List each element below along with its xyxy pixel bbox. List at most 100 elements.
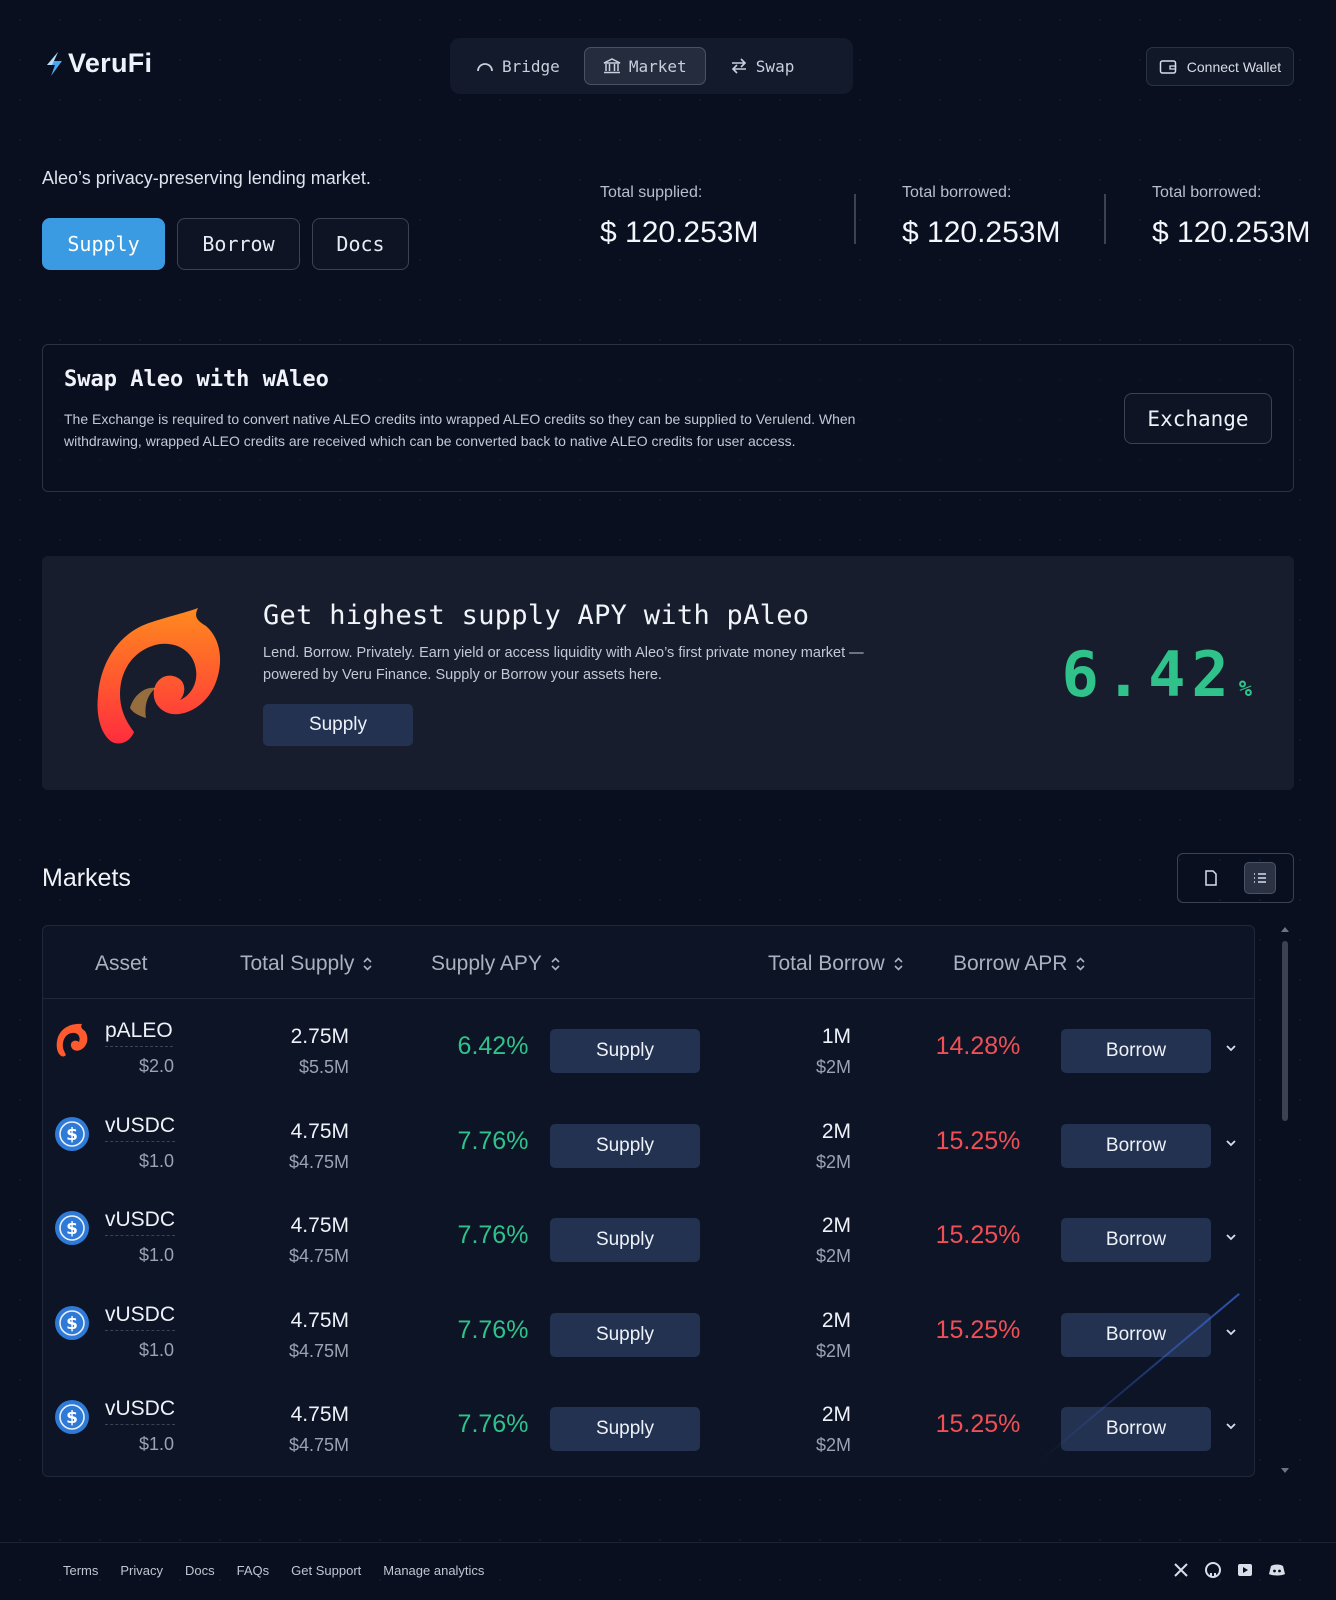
total-borrow: 2M [821, 1214, 851, 1237]
swap-card-description: The Exchange is required to convert nati… [64, 411, 856, 449]
promo-apy: 6.42 % [1061, 638, 1252, 711]
total-borrow: 2M [821, 1308, 851, 1332]
borrow-apr: 15.25% [935, 1315, 1021, 1344]
arc-icon [477, 63, 493, 72]
main-nav: Bridge Market Swap [450, 38, 853, 94]
usdc-icon: $ [55, 1400, 89, 1434]
promo-supply-button[interactable]: Supply [263, 704, 413, 746]
supply-apy: 7.76% [457, 1221, 529, 1249]
table-header: Asset Total Supply Supply APY Total Borr… [43, 926, 1254, 999]
swap-card: Swap Aleo with wAleo The Exchange is req… [42, 344, 1294, 492]
x-icon[interactable] [1172, 1561, 1190, 1579]
total-borrow-usd: $2M [815, 1435, 851, 1455]
nav-market[interactable]: Market [583, 47, 706, 85]
row-borrow-button[interactable]: Borrow [1061, 1029, 1211, 1073]
stat-value: $ 120.253M [1152, 216, 1311, 249]
nav-swap[interactable]: Swap [712, 47, 813, 85]
stat-label: Total supplied: [600, 184, 703, 201]
nav-bridge[interactable]: Bridge [458, 47, 578, 85]
borrow-apr: 15.25% [935, 1221, 1021, 1249]
col-borrow-apr[interactable]: Borrow APR [953, 952, 1086, 976]
sort-icon [363, 957, 372, 971]
asset-price: $1.0 [139, 1245, 175, 1265]
footer-link-support[interactable]: Get Support [291, 1563, 361, 1578]
list-icon [1254, 873, 1266, 883]
stat-total-supplied: Total supplied: $ 120.253M [600, 184, 854, 250]
scroll-up-arrow[interactable] [1281, 927, 1289, 932]
table-scrollbar[interactable] [1280, 927, 1290, 1473]
row-supply-button[interactable]: Supply [550, 1029, 700, 1073]
usdc-icon: $ [55, 1305, 89, 1340]
paleo-icon [56, 1023, 88, 1057]
footer-link-docs[interactable]: Docs [185, 1563, 215, 1578]
chevron-down-icon[interactable] [1225, 1138, 1237, 1148]
col-total-supply[interactable]: Total Supply [240, 952, 373, 976]
footer-link-faqs[interactable]: FAQs [237, 1563, 270, 1578]
row-borrow-button[interactable]: Borrow [1061, 1407, 1211, 1451]
footer-link-analytics[interactable]: Manage analytics [383, 1563, 484, 1578]
total-borrow: 2M [821, 1119, 851, 1143]
asset-price: $1.0 [139, 1150, 175, 1171]
promo-description: Lend. Borrow. Privately. Earn yield or a… [263, 645, 864, 683]
stat-total-borrowed-2: Total borrowed: $ 120.253M [1106, 184, 1326, 250]
row-supply-button[interactable]: Supply [550, 1312, 700, 1357]
supply-button[interactable]: Supply [42, 218, 165, 270]
row-supply-button[interactable]: Supply [550, 1407, 700, 1451]
github-icon[interactable] [1204, 1561, 1222, 1579]
hero-actions: Supply Borrow Docs [42, 218, 409, 270]
footer-link-privacy[interactable]: Privacy [120, 1563, 163, 1578]
footer: Terms Privacy Docs FAQs Get Support Mana… [0, 1542, 1336, 1600]
row-borrow-button[interactable]: Borrow [1061, 1123, 1211, 1168]
chevron-down-icon[interactable] [1225, 1421, 1237, 1431]
list-view-toggle[interactable] [1244, 862, 1276, 894]
footer-links: Terms Privacy Docs FAQs Get Support Mana… [63, 1563, 484, 1578]
total-borrow-usd: $2M [815, 1151, 851, 1172]
col-asset[interactable]: Asset [95, 952, 148, 976]
total-borrow-usd: $2M [815, 1246, 851, 1266]
asset-price: $1.0 [139, 1339, 175, 1360]
row-supply-button[interactable]: Supply [550, 1123, 700, 1168]
connect-wallet-label: Connect Wallet [1186, 58, 1282, 75]
markets-table: Asset Total Supply Supply APY Total Borr… [42, 925, 1255, 1477]
col-total-borrow[interactable]: Total Borrow [768, 952, 904, 976]
total-supply-usd: $5.5M [298, 1057, 349, 1077]
exchange-button[interactable]: Exchange [1124, 393, 1272, 444]
nav-bridge-label: Bridge [502, 56, 560, 76]
row-supply-button[interactable]: Supply [550, 1218, 700, 1262]
table-row: $ vUSDC $1.0 4.75M $4.75M 7.76% Supply 2… [43, 1094, 1254, 1189]
row-borrow-button[interactable]: Borrow [1061, 1218, 1211, 1262]
asset-price: $1.0 [139, 1434, 175, 1454]
borrow-button[interactable]: Borrow [177, 218, 300, 270]
docs-button[interactable]: Docs [312, 218, 409, 270]
footer-link-terms[interactable]: Terms [63, 1563, 98, 1578]
col-supply-apy-label: Supply APY [431, 952, 542, 975]
borrow-apr: 15.25% [935, 1410, 1021, 1438]
social-links [1172, 1561, 1286, 1579]
usdc-icon: $ [55, 1211, 89, 1245]
col-supply-apy[interactable]: Supply APY [431, 952, 561, 976]
chevron-down-icon[interactable] [1225, 1327, 1237, 1337]
verufi-logo-icon [47, 51, 62, 76]
connect-wallet-button[interactable]: Connect Wallet [1146, 47, 1294, 86]
chevron-down-icon[interactable] [1225, 1232, 1237, 1242]
total-supply: 4.75M [290, 1214, 349, 1237]
svg-text:$: $ [66, 1125, 78, 1145]
stat-total-borrowed: Total borrowed: $ 120.253M [856, 184, 1104, 250]
wallet-icon [1159, 59, 1177, 74]
youtube-icon[interactable] [1236, 1561, 1254, 1579]
asset-name: vUSDC [105, 1208, 176, 1236]
sort-icon [1076, 957, 1085, 971]
stat-label: Total borrowed: [902, 184, 1012, 201]
supply-apy: 7.76% [457, 1315, 529, 1344]
total-borrow: 1M [821, 1025, 851, 1048]
scroll-down-arrow[interactable] [1281, 1468, 1289, 1473]
scroll-thumb[interactable] [1282, 941, 1288, 1121]
paleo-logo-icon [97, 608, 221, 744]
supply-apy: 6.42% [457, 1032, 529, 1060]
total-supply-usd: $4.75M [288, 1435, 349, 1455]
grid-view-toggle[interactable] [1195, 862, 1227, 894]
discord-icon[interactable] [1268, 1561, 1286, 1579]
chevron-down-icon[interactable] [1225, 1043, 1237, 1053]
brand-logo[interactable]: VeruFi [44, 48, 152, 79]
asset-name: vUSDC [105, 1114, 176, 1142]
